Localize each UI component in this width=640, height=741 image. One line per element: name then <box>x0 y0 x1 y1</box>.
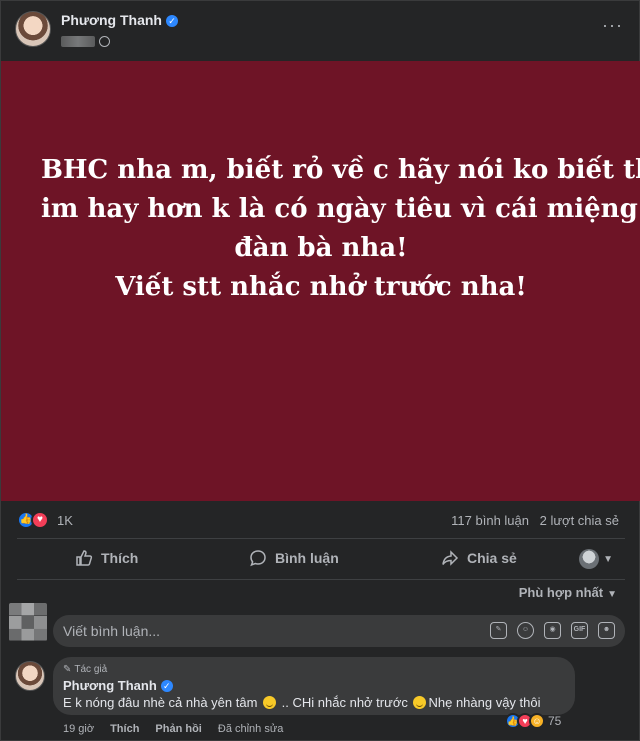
author-badge-label: Tác giả <box>74 664 108 675</box>
comment-like-button[interactable]: Thích <box>110 723 139 735</box>
emoji-icon[interactable]: ☺ <box>517 622 534 639</box>
post-text-line: đàn bà nha! <box>234 233 408 263</box>
post-text: BHC nha m, biết rỏ về c hãy nói ko biết … <box>41 151 640 307</box>
chevron-down-icon: ▼ <box>603 553 613 565</box>
post-text-line: BHC nha m, biết rỏ về c hãy nói ko biết … <box>41 155 640 185</box>
comment-author-row: Phương Thanh ✓ <box>63 678 173 693</box>
share-button-label: Chia sẻ <box>467 550 517 566</box>
avatar-sticker-icon[interactable]: ☻ <box>598 622 615 639</box>
post-meta <box>61 34 110 48</box>
sticker-icon[interactable]: ✎ <box>490 622 507 639</box>
camera-icon[interactable]: ◉ <box>544 622 561 639</box>
author-badge: ✎ Tác giả <box>63 664 107 675</box>
share-button[interactable]: Chia sẻ <box>441 549 517 567</box>
comment-reply-button[interactable]: Phản hồi <box>155 723 201 735</box>
post-stats: 👍 ♥ 1K 117 bình luận 2 lượt chia sẻ <box>1 507 640 535</box>
post-text-line: im hay hơn k là có ngày tiêu vì cái miện… <box>41 194 638 224</box>
comment-bubble: ✎ Tác giả Phương Thanh ✓ E k nóng đâu nhè… <box>53 657 575 715</box>
globe-icon <box>99 35 110 47</box>
comment-actions: 19 giờ Thích Phản hồi Đã chỉnh sửa <box>63 723 283 735</box>
like-icon <box>76 550 93 566</box>
audience-avatar <box>579 549 600 569</box>
share-icon <box>442 550 459 566</box>
smile-emoji-icon <box>413 696 427 709</box>
author-avatar[interactable] <box>15 11 51 47</box>
gif-icon[interactable]: GIF <box>571 622 588 639</box>
comment-author[interactable]: Phương Thanh <box>63 678 157 693</box>
post-actions: Thích Bình luận Chia sẻ ▼ <box>1 541 640 579</box>
reaction-count[interactable]: 1K <box>57 513 73 528</box>
comment-count[interactable]: 117 bình luận <box>451 513 529 528</box>
comment-reactions[interactable]: 👍 ♥ ☺ 75 <box>505 713 561 729</box>
haha-reaction-icon: ☺ <box>529 713 545 729</box>
divider <box>17 538 625 539</box>
post-header: Phương Thanh ✓ ··· <box>1 1 640 59</box>
post-time-blurred[interactable] <box>61 35 95 47</box>
comment-text-part: Nhẹ nhàng vậy thôi <box>428 695 541 710</box>
post-card: Phương Thanh ✓ ··· BHC nha m, biết rỏ về … <box>0 0 640 741</box>
love-reaction-icon: ♥ <box>31 511 49 529</box>
comment-text-part: E k nóng đâu nhè cả nhà yên tâm <box>63 695 258 710</box>
like-button[interactable]: Thích <box>75 549 138 567</box>
comment-reaction-count: 75 <box>548 714 562 728</box>
sort-label: Phù hợp nhất <box>518 585 604 600</box>
divider <box>17 579 625 580</box>
verified-icon: ✓ <box>160 680 173 692</box>
comment-time[interactable]: 19 giờ <box>63 723 94 735</box>
comment-button-label: Bình luận <box>275 550 339 566</box>
comment-sort-dropdown[interactable]: Phù hợp nhất ▼ <box>519 585 617 600</box>
more-icon[interactable]: ··· <box>602 15 623 36</box>
composer-tools: ✎ ☺ ◉ GIF ☻ <box>490 622 615 639</box>
comment-text: E k nóng đâu nhè cả nhà yên tâm .. CHi n… <box>63 695 541 710</box>
audience-selector[interactable]: ▼ <box>579 549 613 569</box>
post-text-line: Viết stt nhắc nhở trước nha! <box>115 272 527 302</box>
chevron-down-icon: ▼ <box>607 589 617 600</box>
like-button-label: Thích <box>101 550 139 566</box>
comment-icon <box>250 550 266 567</box>
current-user-avatar <box>9 603 47 641</box>
pencil-icon: ✎ <box>63 664 72 675</box>
reaction-icons[interactable]: 👍 ♥ <box>17 511 49 529</box>
share-count[interactable]: 2 lượt chia sẻ <box>540 513 619 528</box>
comment-edited-label[interactable]: Đã chỉnh sửa <box>218 723 283 735</box>
comment-text-part: .. CHi nhắc nhở trước <box>281 695 408 710</box>
comment-input-placeholder: Viết bình luận... <box>63 623 161 639</box>
smile-emoji-icon <box>263 696 277 709</box>
verified-icon: ✓ <box>165 15 178 27</box>
comment-input[interactable]: Viết bình luận... ✎ ☺ ◉ GIF ☻ <box>53 615 625 647</box>
author-name-row: Phương Thanh ✓ <box>61 12 178 28</box>
commenter-avatar[interactable] <box>15 661 45 691</box>
author-name[interactable]: Phương Thanh <box>61 12 162 28</box>
comment-button[interactable]: Bình luận <box>249 549 339 567</box>
